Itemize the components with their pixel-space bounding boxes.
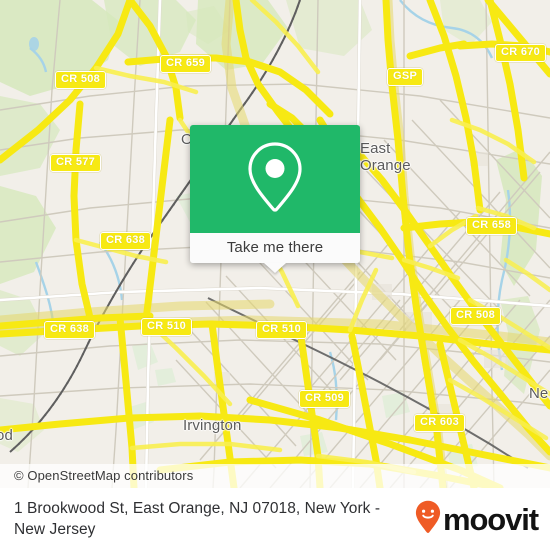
road-shield-cr670: CR 670 bbox=[495, 44, 547, 62]
road-shield-cr577: CR 577 bbox=[50, 154, 102, 172]
map-pin-icon bbox=[244, 140, 306, 219]
footer-bar: 1 Brookwood St, East Orange, NJ 07018, N… bbox=[0, 488, 550, 550]
take-me-there-button[interactable]: Take me there bbox=[190, 233, 360, 273]
map-attribution-bar: © OpenStreetMap contributors bbox=[0, 464, 550, 488]
openstreetmap-attribution[interactable]: © OpenStreetMap contributors bbox=[0, 469, 193, 483]
moovit-map-screenshot: .rd { fill:none; stroke:#f7e913; stroke-… bbox=[0, 0, 550, 550]
road-shield-cr509: CR 509 bbox=[299, 390, 351, 408]
popup-body bbox=[190, 125, 360, 233]
road-shield-cr638-bottom: CR 638 bbox=[44, 321, 96, 339]
address-text: 1 Brookwood St, East Orange, NJ 07018, N… bbox=[14, 500, 381, 538]
road-shield-cr603: CR 603 bbox=[414, 414, 466, 432]
road-shield-cr638-top: CR 638 bbox=[100, 232, 152, 250]
road-shield-cr510-right: CR 510 bbox=[256, 321, 308, 339]
road-shield-cr510-left: CR 510 bbox=[141, 318, 193, 336]
road-shield-cr658: CR 658 bbox=[466, 217, 518, 235]
take-me-there-label: Take me there bbox=[226, 239, 324, 256]
road-shield-gsp: GSP bbox=[387, 68, 424, 86]
moovit-wordmark: moovit bbox=[442, 502, 539, 537]
road-shield-cr659: CR 659 bbox=[160, 55, 212, 73]
moovit-logo[interactable]: moovit bbox=[415, 498, 539, 539]
location-popup[interactable]: Take me there bbox=[190, 125, 360, 273]
road-shield-cr508-right: CR 508 bbox=[450, 307, 502, 325]
road-shield-cr508-top: CR 508 bbox=[55, 71, 107, 89]
moovit-pin-icon bbox=[415, 500, 441, 539]
map-viewport[interactable]: .rd { fill:none; stroke:#f7e913; stroke-… bbox=[0, 0, 550, 488]
popup-tail bbox=[264, 263, 286, 273]
